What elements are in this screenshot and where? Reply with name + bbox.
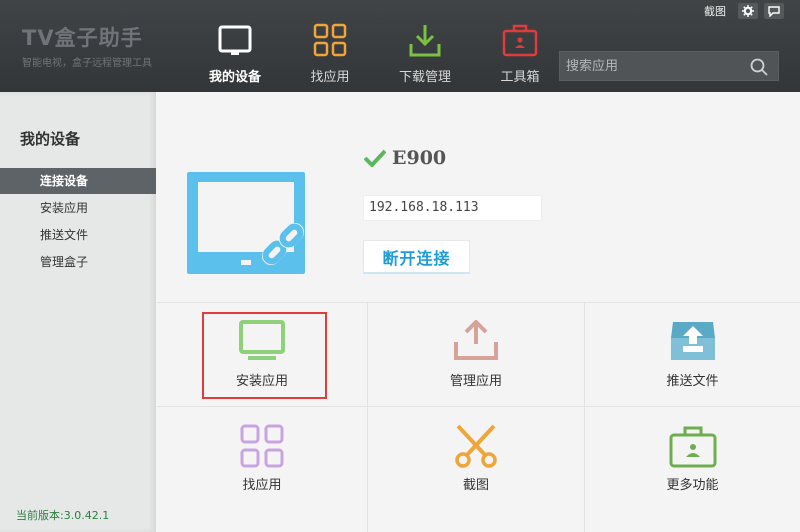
search-icon[interactable] [750, 58, 768, 76]
device-ip: 192.168.18.113 [363, 195, 542, 221]
apps-grid-icon [240, 424, 284, 468]
feedback-button[interactable] [764, 3, 784, 19]
screenshot-link[interactable]: 截图 [704, 3, 726, 19]
tile-label: 截图 [462, 478, 489, 493]
tile-label: 推送文件 [666, 374, 719, 389]
nav-label: 下载管理 [398, 70, 451, 85]
main-panel: E900 192.168.18.113 断开连接 安装应用 管理应用 推送文件 … [157, 92, 800, 532]
tile-more-features[interactable]: 更多功能 [585, 407, 800, 510]
device-link-illustration [187, 172, 305, 274]
sidebar-menu: 连接设备 安装应用 推送文件 管理盒子 [0, 168, 156, 276]
app-logo: TV盒子助手 智能电视，盒子远程管理工具 [22, 22, 152, 69]
sidebar-item-push-file[interactable]: 推送文件 [0, 222, 156, 248]
device-name: E900 [392, 147, 447, 169]
toolbox-icon [502, 24, 538, 57]
nav-my-devices[interactable]: 我的设备 [190, 0, 280, 92]
feature-grid: 安装应用 管理应用 推送文件 找应用 截图 更多功能 [157, 302, 800, 532]
tile-label: 管理应用 [449, 374, 502, 389]
nav-download-manager[interactable]: 下载管理 [380, 0, 470, 92]
sidebar-item-connect-device[interactable]: 连接设备 [0, 168, 156, 194]
settings-button[interactable] [738, 3, 758, 19]
nav-label: 工具箱 [500, 70, 540, 85]
nav-toolbox[interactable]: 工具箱 [475, 0, 565, 92]
apps-grid-icon [313, 23, 347, 57]
tile-screenshot[interactable]: 截图 [368, 407, 584, 510]
disconnect-button[interactable]: 断开连接 [363, 240, 470, 274]
sidebar-item-manage-box[interactable]: 管理盒子 [0, 249, 156, 275]
version-label: 当前版本:3.0.42.1 [16, 509, 110, 522]
search-box [559, 51, 779, 81]
tile-manage-apps[interactable]: 管理应用 [368, 303, 584, 406]
scissors-icon [455, 424, 497, 468]
toolbox-icon [669, 426, 716, 468]
top-bar: TV盒子助手 智能电视，盒子远程管理工具 我的设备 找应用 下载管理 工具箱 截… [0, 0, 800, 92]
selection-highlight [202, 312, 327, 399]
nav-label: 找应用 [310, 70, 350, 85]
tile-push-file[interactable]: 推送文件 [585, 303, 800, 406]
gear-icon [742, 5, 754, 17]
inbox-upload-icon [670, 322, 715, 360]
sidebar: 我的设备 连接设备 安装应用 推送文件 管理盒子 当前版本:3.0.42.1 [0, 92, 156, 532]
main-nav: 我的设备 找应用 下载管理 工具箱 [190, 0, 565, 92]
upload-icon [454, 320, 498, 360]
logo-title: TV盒子助手 [22, 26, 143, 50]
tile-label: 找应用 [242, 478, 282, 493]
sidebar-title: 我的设备 [20, 130, 81, 148]
nav-find-apps[interactable]: 找应用 [285, 0, 375, 92]
tv-icon [218, 25, 252, 55]
tile-label: 更多功能 [666, 478, 719, 493]
logo-subtitle: 智能电视，盒子远程管理工具 [22, 58, 152, 69]
sidebar-item-install-app[interactable]: 安装应用 [0, 195, 156, 221]
tile-find-apps[interactable]: 找应用 [157, 407, 367, 510]
window-actions: 截图 [704, 3, 784, 19]
download-icon [409, 25, 441, 57]
nav-label: 我的设备 [208, 70, 261, 85]
chat-bubble-icon [768, 6, 780, 17]
search-input[interactable] [560, 52, 740, 80]
device-name-row: E900 [364, 147, 446, 169]
check-icon [364, 149, 386, 167]
